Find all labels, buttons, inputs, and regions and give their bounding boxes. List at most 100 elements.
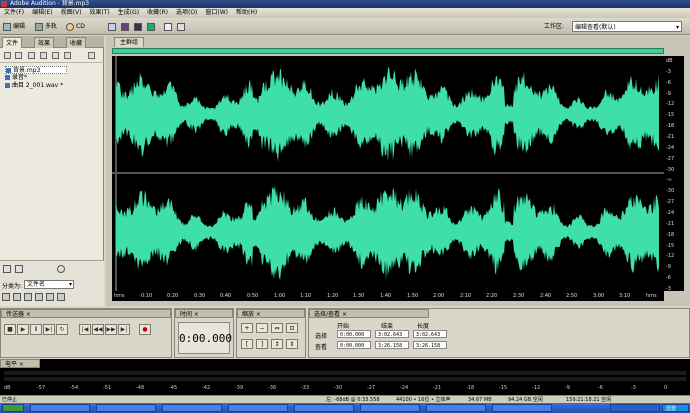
audio-file-icon bbox=[6, 68, 11, 73]
zoom-full-button[interactable]: ⇔ bbox=[271, 323, 283, 333]
tray-xunlei[interactable]: 迅雷 bbox=[662, 404, 689, 412]
file-item[interactable]: 曲目 2_001.wav * bbox=[5, 82, 100, 90]
db-tick-label: -21 bbox=[666, 134, 675, 140]
view-length-field[interactable]: 3:26.158 bbox=[413, 341, 447, 349]
selection-start-field[interactable]: 0:00.000 bbox=[337, 330, 371, 338]
sort-select[interactable]: 文件名 ▾ bbox=[24, 280, 74, 289]
file-filter-row bbox=[3, 264, 99, 274]
menu-view[interactable]: 视图(V) bbox=[57, 8, 86, 18]
left-panel-tabs: 文件 效果 收藏 bbox=[0, 36, 104, 48]
fast-forward-button[interactable]: ▶▶ bbox=[105, 324, 117, 335]
zoom-out-horizontal-button[interactable]: − bbox=[256, 323, 268, 333]
show-audio-icon[interactable] bbox=[2, 293, 10, 301]
close-file-icon[interactable] bbox=[15, 52, 22, 59]
zoom-right-edge-button[interactable]: ] bbox=[256, 339, 268, 349]
tab-effects[interactable]: 效果 bbox=[34, 37, 55, 48]
move-tool-icon bbox=[177, 22, 185, 31]
files-panel-footer: 分类为: 文件名 ▾ bbox=[0, 260, 104, 306]
tool-pitch-button[interactable] bbox=[134, 21, 144, 32]
loop-icon[interactable] bbox=[15, 265, 23, 273]
time-tick-label: 2:30 bbox=[513, 293, 525, 299]
taskbar-item[interactable] bbox=[426, 404, 486, 412]
taskbar-item[interactable] bbox=[360, 404, 420, 412]
tool-time-select-button[interactable] bbox=[164, 21, 174, 32]
transport-header: 传送器 × bbox=[1, 309, 171, 318]
pause-button[interactable]: Ⅱ bbox=[30, 324, 42, 335]
db-tick-label: -30 bbox=[666, 188, 675, 194]
status-bar: 已停止 左: -68dB @ 0:33.558 44100 • 16位 • 立体… bbox=[0, 395, 690, 403]
menu-options[interactable]: 选项(O) bbox=[172, 8, 201, 18]
view-start-field[interactable]: 0:00.000 bbox=[337, 341, 371, 349]
menu-file[interactable]: 文件(F) bbox=[0, 8, 28, 18]
insert-multitrack-icon[interactable] bbox=[40, 52, 47, 59]
taskbar-item[interactable] bbox=[30, 404, 90, 412]
db-tick-label: -12 bbox=[666, 253, 675, 259]
file-item[interactable]: 录音* bbox=[5, 74, 100, 82]
workspace-select[interactable]: 编辑查看(默认) ▾ bbox=[572, 21, 682, 32]
tab-favorites[interactable]: 收藏 bbox=[66, 37, 87, 48]
menu-window[interactable]: 窗口(W) bbox=[201, 8, 232, 18]
taskbar-item[interactable] bbox=[294, 404, 354, 412]
db-tick-label: -6 bbox=[666, 80, 671, 86]
play-to-end-button[interactable]: ▶| bbox=[43, 324, 55, 335]
zoom-in-vertical-button[interactable]: ↕ bbox=[271, 339, 283, 349]
rewind-button[interactable]: ◀◀ bbox=[92, 324, 104, 335]
file-item[interactable]: 背景.mp3 bbox=[5, 66, 67, 74]
volume-icon[interactable] bbox=[57, 265, 65, 273]
level-bar-right bbox=[4, 377, 686, 381]
zoom-selection-button[interactable]: ⊡ bbox=[286, 323, 298, 333]
cd-view-button[interactable]: CD bbox=[66, 21, 85, 32]
import-file-icon[interactable] bbox=[4, 52, 11, 59]
selection-end-field[interactable]: 3:02.643 bbox=[375, 330, 409, 338]
tool-phase-button[interactable] bbox=[147, 21, 157, 32]
go-end-button[interactable]: ▶| bbox=[118, 324, 130, 335]
workspace-label: 工作区: bbox=[544, 23, 565, 30]
level-scale: dB -57 -54 -51 -48 -45 -42 -39 -36 -33 -30 -27 -24 -2… bbox=[0, 385, 690, 393]
full-paths-icon[interactable] bbox=[46, 293, 54, 301]
show-midi-icon[interactable] bbox=[35, 293, 43, 301]
waveform-display[interactable] bbox=[112, 56, 664, 291]
view-end-field[interactable]: 3:26.158 bbox=[375, 341, 409, 349]
taskbar: 迅雷 bbox=[0, 403, 690, 413]
go-start-button[interactable]: |◀ bbox=[79, 324, 91, 335]
edit-view-button[interactable]: 编辑 bbox=[3, 21, 25, 32]
menu-effects[interactable]: 效果(T) bbox=[85, 8, 113, 18]
tab-files[interactable]: 文件 bbox=[2, 37, 23, 48]
filter-icon[interactable] bbox=[3, 265, 11, 273]
play-file-icon[interactable] bbox=[64, 52, 71, 59]
stop-button[interactable]: ■ bbox=[4, 324, 16, 335]
play-button[interactable]: ▶ bbox=[17, 324, 29, 335]
record-button[interactable]: ● bbox=[139, 324, 151, 335]
taskbar-item[interactable] bbox=[228, 404, 288, 412]
tray-input-method[interactable] bbox=[610, 404, 660, 412]
taskbar-item[interactable] bbox=[162, 404, 222, 412]
zoom-left-edge-button[interactable]: [ bbox=[241, 339, 253, 349]
level-tick-label: dB bbox=[4, 385, 11, 391]
multitrack-view-button[interactable]: 多轨 bbox=[35, 21, 57, 32]
time-tick-label: 2:50 bbox=[566, 293, 578, 299]
tool-move-button[interactable] bbox=[177, 21, 187, 32]
zoom-in-horizontal-button[interactable]: + bbox=[241, 323, 253, 333]
taskbar-item[interactable] bbox=[492, 404, 552, 412]
auto-play-icon[interactable] bbox=[88, 52, 95, 59]
show-video-icon[interactable] bbox=[24, 293, 32, 301]
edit-file-icon[interactable] bbox=[28, 52, 35, 59]
show-loop-icon[interactable] bbox=[13, 293, 21, 301]
menu-edit[interactable]: 编辑(E) bbox=[28, 8, 56, 18]
tab-main-group[interactable]: 主群组 bbox=[114, 37, 145, 47]
taskbar-item[interactable] bbox=[96, 404, 156, 412]
menu-generate[interactable]: 生成(G) bbox=[114, 8, 143, 18]
tool-spectral-button[interactable] bbox=[121, 21, 131, 32]
menu-help[interactable]: 帮助(H) bbox=[232, 8, 261, 18]
db-tick-label: -15 bbox=[666, 112, 675, 118]
menu-favorites[interactable]: 收藏(R) bbox=[143, 8, 172, 18]
overview-bar[interactable] bbox=[112, 48, 664, 54]
loop-play-button[interactable]: ↻ bbox=[56, 324, 68, 335]
zoom-out-vertical-button[interactable]: ⇕ bbox=[286, 339, 298, 349]
start-button[interactable] bbox=[2, 404, 24, 412]
insert-cd-icon[interactable] bbox=[52, 52, 59, 59]
selection-length-field[interactable]: 3:02.643 bbox=[413, 330, 447, 338]
tool-hybrid-button[interactable] bbox=[108, 21, 118, 32]
multitrack-label: 多轨 bbox=[45, 23, 58, 30]
sort-icon[interactable] bbox=[57, 293, 65, 301]
